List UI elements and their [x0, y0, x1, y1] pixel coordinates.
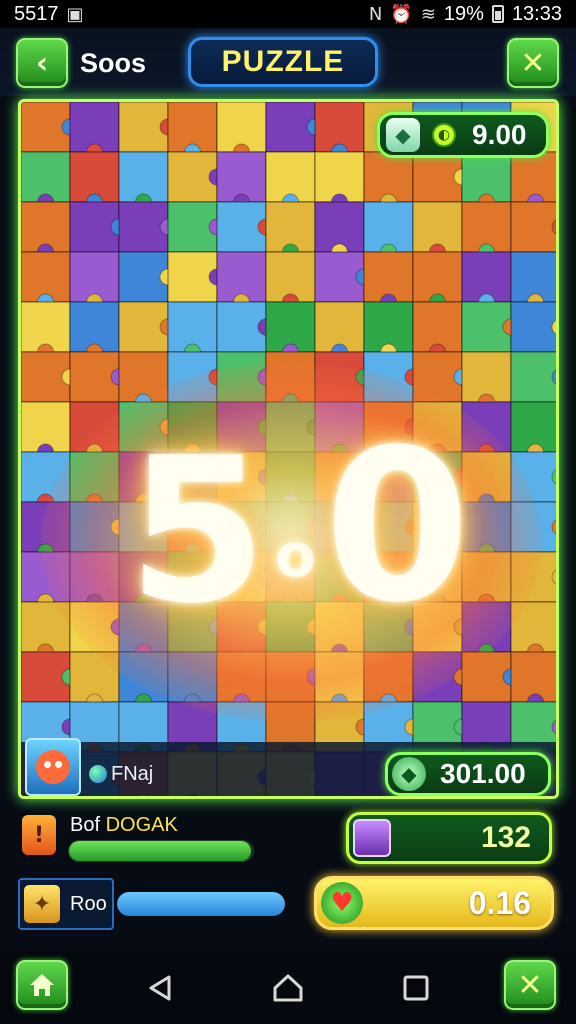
battery-icon	[491, 5, 504, 23]
chevron-left-icon: ‹	[35, 45, 49, 81]
globe-icon	[89, 765, 107, 783]
player-name: FNaj	[111, 763, 154, 785]
stat1-label-highlight: DOGAK	[105, 814, 178, 836]
stat1-value-pill[interactable]: 132	[346, 812, 552, 864]
alarm-icon: ⏰	[390, 3, 413, 25]
big-score-digit-2: 0	[324, 404, 471, 649]
header-label: Soos	[80, 48, 147, 78]
message-icon: ▣	[66, 3, 84, 25]
big-score-digit-1: 5	[127, 415, 267, 648]
top-currency-value: 9.00	[472, 119, 527, 150]
nav-close-button[interactable]: ✕	[504, 960, 556, 1010]
home-button[interactable]	[16, 960, 68, 1010]
stat1-label-prefix: Bof	[70, 814, 101, 836]
gem-icon: ◆	[392, 757, 426, 791]
stat2-progress-bar	[117, 892, 285, 916]
close-icon: ✕	[517, 967, 543, 1003]
bottom-nav: ✕	[0, 950, 576, 1024]
big-score: 5 o 0	[109, 372, 489, 632]
big-score-mid: o	[274, 521, 317, 591]
avatar-face-icon	[36, 750, 70, 784]
back-button[interactable]: ‹	[16, 38, 68, 88]
wifi-icon: ≋	[420, 3, 436, 25]
bottom-currency-pill[interactable]: ◆ 301.00	[385, 752, 551, 796]
shield-icon: !	[22, 815, 56, 855]
battery-percent: 19%	[443, 2, 484, 25]
stat1-value: 132	[480, 821, 531, 854]
system-home-button[interactable]	[268, 968, 308, 1008]
home-icon	[30, 974, 54, 996]
puzzle-board[interactable]: 5 o 0 ◆ ◐ 9.00 FNaj ◆ 301.00	[18, 99, 559, 799]
coin-icon: ◐	[432, 123, 456, 147]
gift-box-icon	[353, 819, 391, 857]
header-bar: ‹ Soos PUZZLE ✕	[0, 28, 576, 96]
mute-icon: N	[368, 3, 383, 25]
system-back-button[interactable]	[140, 968, 180, 1008]
heart-icon: ♥	[321, 882, 363, 924]
top-currency-pill[interactable]: ◆ ◐ 9.00	[377, 112, 549, 158]
recents-square-icon	[403, 975, 429, 1001]
stat2-value: 0.16	[468, 884, 531, 921]
status-left-text: 5517	[14, 2, 59, 25]
close-icon: ✕	[520, 45, 546, 81]
stat2-label: Roo	[70, 893, 107, 915]
crystal-icon: ◆	[386, 118, 420, 152]
avatar[interactable]	[25, 738, 81, 796]
page-title: PUZZLE	[188, 37, 378, 87]
close-button[interactable]: ✕	[507, 38, 559, 88]
status-time: 13:33	[511, 2, 562, 25]
bottom-currency-value: 301.00	[440, 758, 526, 789]
status-bar: 5517 ▣ N ⏰ ≋ 19% 13:33	[0, 0, 576, 28]
stat1-label: Bof DOGAK	[70, 814, 178, 837]
back-triangle-icon	[149, 975, 171, 1001]
system-recents-button[interactable]	[396, 968, 436, 1008]
stat2-value-pill[interactable]: ♥ 0.16	[314, 876, 554, 930]
star-icon: ✦	[24, 885, 60, 923]
home-outline-icon	[273, 974, 303, 1002]
stat1-progress-bar	[68, 840, 254, 862]
stat2-progress-fill	[117, 892, 285, 916]
stat1-progress-fill	[69, 841, 252, 861]
